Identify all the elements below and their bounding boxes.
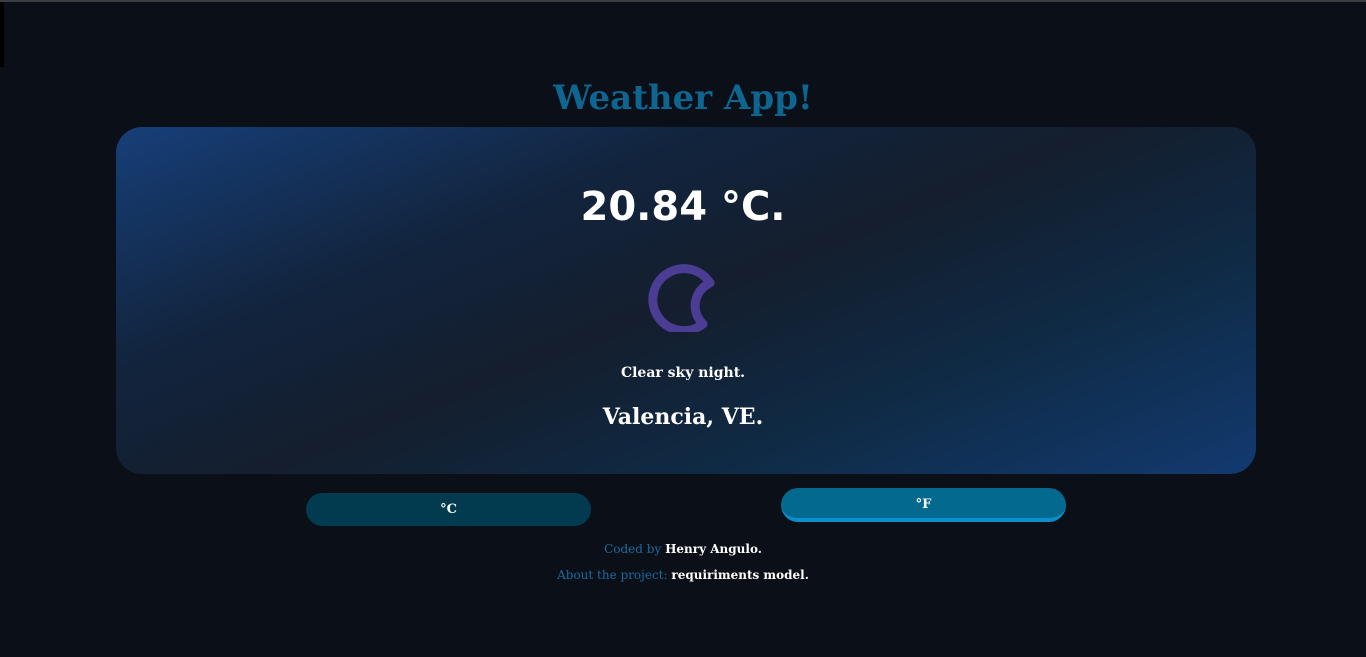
coded-by-label: Coded by	[604, 542, 662, 556]
corner-block	[0, 2, 4, 67]
window-top-strip	[0, 0, 1366, 2]
location-name: Valencia, VE.	[602, 404, 764, 430]
celsius-button[interactable]: °C	[306, 493, 591, 526]
fahrenheit-button[interactable]: °F	[781, 488, 1066, 522]
about-project-label: About the project:	[557, 568, 668, 582]
page-title: Weather App!	[553, 78, 813, 118]
footer-credit: Coded by Henry Angulo.	[0, 541, 1366, 557]
author-link[interactable]: Henry Angulo.	[665, 542, 762, 556]
requirements-model-link[interactable]: requiriments model.	[671, 568, 809, 582]
temperature-value: 20.84 °C.	[580, 184, 786, 230]
weather-description: Clear sky night.	[620, 365, 746, 381]
crescent-moon-icon	[648, 264, 715, 332]
footer-about: About the project: requiriments model.	[0, 567, 1366, 583]
